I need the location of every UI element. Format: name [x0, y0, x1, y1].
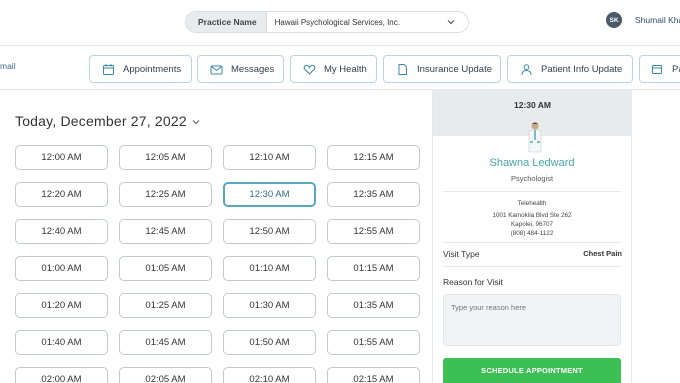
- time-slot[interactable]: 01:45 AM: [119, 330, 212, 355]
- time-slot[interactable]: 12:05 AM: [119, 145, 212, 170]
- address-line-2: Kapolei, 96707: [510, 221, 553, 228]
- time-slot[interactable]: 12:50 AM: [223, 219, 316, 244]
- time-slot[interactable]: 12:55 AM: [327, 219, 420, 244]
- nav-insurance-update-label: Insurance Update: [417, 63, 492, 75]
- time-slot[interactable]: 12:00 AM: [15, 145, 108, 170]
- nav-appointments-button[interactable]: Appointments: [89, 55, 192, 83]
- time-slot[interactable]: 01:50 AM: [223, 330, 316, 355]
- visit-type-value[interactable]: Chest Pain: [560, 249, 622, 258]
- time-slot[interactable]: 01:10 AM: [223, 256, 316, 281]
- visit-type-label: Visit Type: [443, 249, 480, 259]
- time-slot[interactable]: 12:10 AM: [223, 145, 316, 170]
- heart-icon: [302, 62, 316, 76]
- time-slot[interactable]: 02:10 AM: [223, 367, 316, 383]
- time-slot[interactable]: 01:15 AM: [327, 256, 420, 281]
- practice-label: Practice Name: [186, 12, 267, 32]
- practice-selector[interactable]: Practice Name Hawaii Psychological Servi…: [185, 11, 469, 33]
- nav-email-link[interactable]: mail: [0, 61, 16, 71]
- time-slot[interactable]: 01:05 AM: [119, 256, 212, 281]
- practice-value: Hawaii Psychological Services, Inc.: [274, 17, 400, 27]
- time-slot[interactable]: 12:20 AM: [15, 182, 108, 207]
- address-line-1: 1001 Kamokila Blvd Ste 262: [492, 212, 572, 219]
- chevron-down-icon[interactable]: [446, 17, 456, 27]
- nav-patient-info-update-button[interactable]: Patient Info Update: [507, 55, 633, 83]
- reason-label: Reason for Visit: [443, 277, 503, 287]
- nav-insurance-update-button[interactable]: Insurance Update: [383, 55, 501, 83]
- time-slot[interactable]: 01:00 AM: [15, 256, 108, 281]
- user-name[interactable]: Shumail Khan: [635, 15, 680, 25]
- time-slot[interactable]: 12:35 AM: [327, 182, 420, 207]
- phone-number: (808) 484-1122: [510, 230, 554, 237]
- nav-patient-info-update-label: Patient Info Update: [541, 63, 623, 75]
- nav-messages-label: Messages: [231, 63, 275, 75]
- time-slot[interactable]: 12:40 AM: [15, 219, 108, 244]
- document-icon: [395, 62, 409, 76]
- time-slot[interactable]: 01:25 AM: [119, 293, 212, 318]
- person-icon: [519, 62, 533, 76]
- visit-mode: Telehealth: [517, 200, 547, 207]
- time-slot[interactable]: 02:15 AM: [327, 367, 420, 383]
- doctor-role: Psychologist: [510, 174, 554, 183]
- time-slot[interactable]: 12:15 AM: [327, 145, 420, 170]
- calendar-icon: [101, 62, 115, 76]
- nav-messages-button[interactable]: Messages: [197, 55, 284, 83]
- time-slot[interactable]: 12:45 AM: [119, 219, 212, 244]
- avatar[interactable]: SK: [606, 12, 622, 28]
- nav-payments-button[interactable]: Pa: [639, 55, 680, 83]
- doctor-avatar: [525, 121, 545, 153]
- time-slot[interactable]: 02:00 AM: [15, 367, 108, 383]
- divider: [443, 266, 621, 267]
- nav-my-health-label: My Health: [324, 63, 367, 75]
- time-slot[interactable]: 12:25 AM: [119, 182, 212, 207]
- nav-my-health-button[interactable]: My Health: [290, 55, 377, 83]
- time-slot[interactable]: 01:55 AM: [327, 330, 420, 355]
- user-menu[interactable]: SK Shumail Khan: [606, 12, 680, 28]
- card-icon: [651, 62, 664, 76]
- time-slot-selected[interactable]: 12:30 AM: [223, 182, 316, 207]
- chevron-down-icon[interactable]: [191, 114, 201, 125]
- time-slot[interactable]: 01:35 AM: [327, 293, 420, 318]
- schedule-appointment-button[interactable]: SCHEDULE APPOINTMENT: [443, 358, 621, 383]
- selected-time: 12:30 AM: [513, 100, 551, 110]
- time-slot[interactable]: 02:05 AM: [119, 367, 212, 383]
- nav-payments-label: Pa: [672, 63, 680, 75]
- divider: [443, 242, 621, 243]
- reason-input[interactable]: [443, 294, 621, 346]
- doctor-name: Shawna Ledward: [489, 157, 575, 169]
- top-bar: Practice Name Hawaii Psychological Servi…: [0, 0, 680, 46]
- time-slot[interactable]: 01:30 AM: [223, 293, 316, 318]
- divider: [443, 191, 621, 192]
- date-title: Today, December 27, 2022: [15, 113, 187, 129]
- time-slot[interactable]: 01:40 AM: [15, 330, 108, 355]
- nav-appointments-label: Appointments: [123, 63, 182, 75]
- envelope-icon: [209, 62, 223, 76]
- time-slot[interactable]: 01:20 AM: [15, 293, 108, 318]
- main-nav: mail Appointments Messages My Health Ins…: [0, 46, 680, 90]
